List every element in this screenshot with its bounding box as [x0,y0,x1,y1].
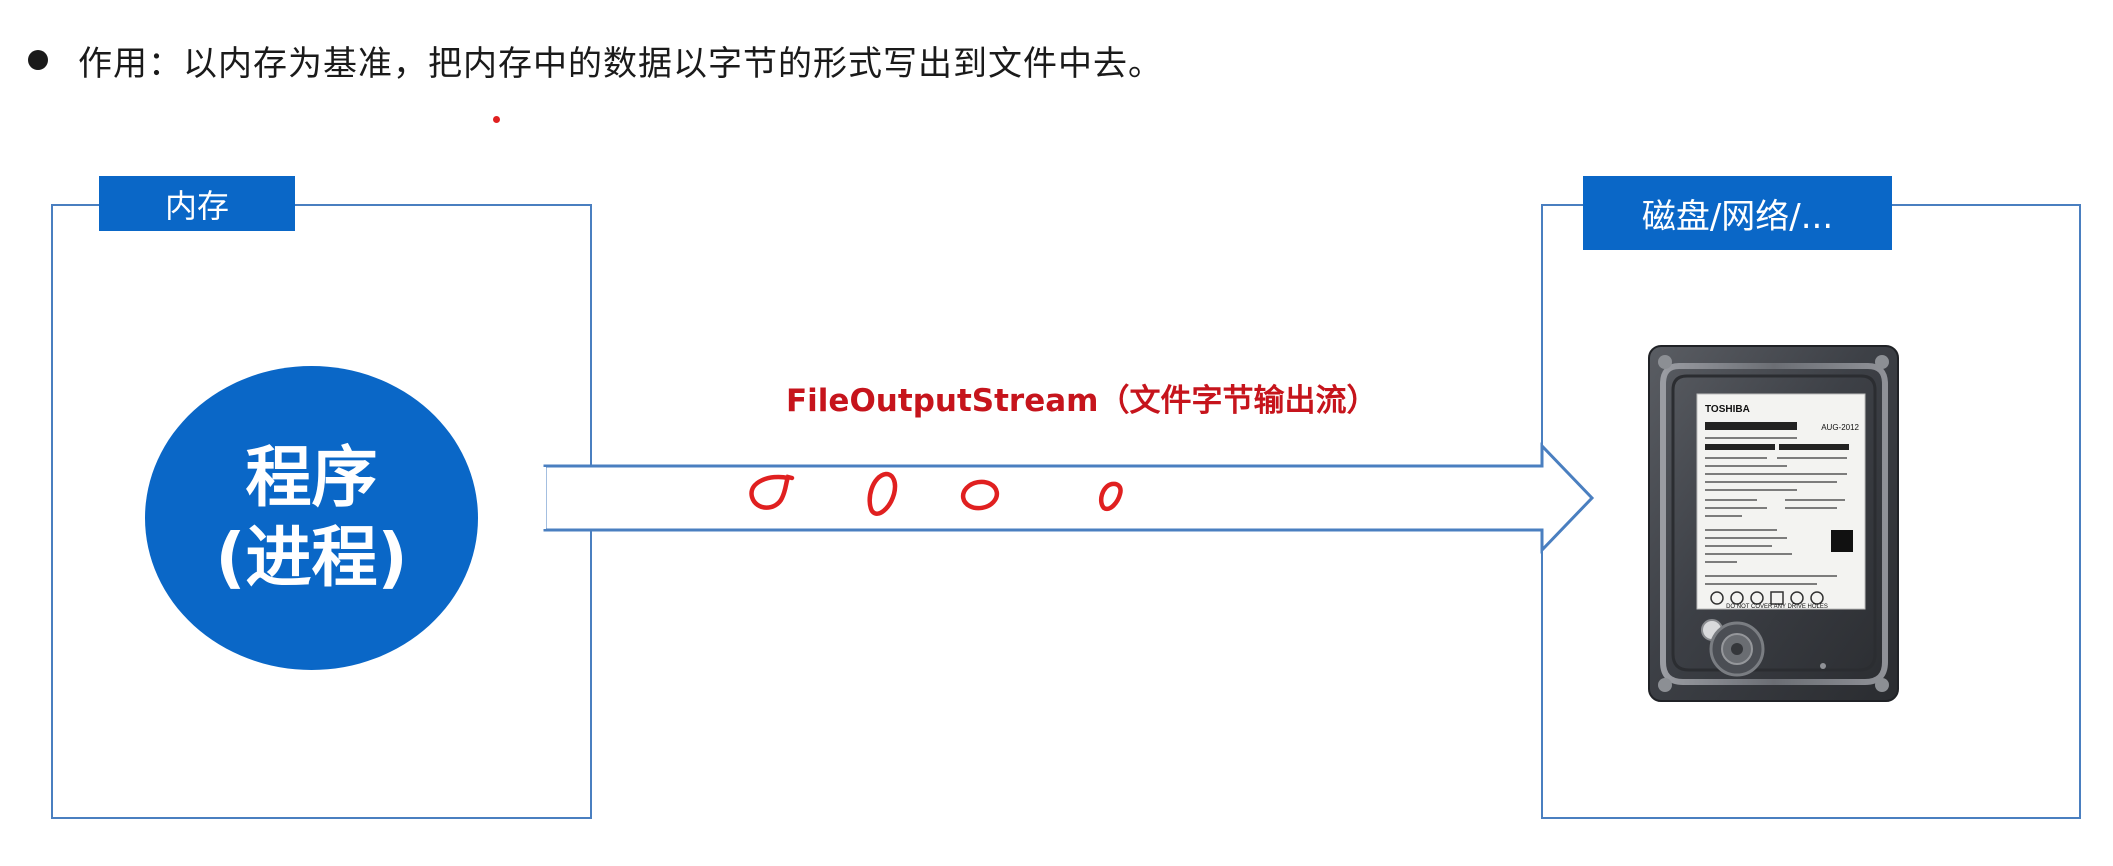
arrow-tail-mask [530,467,546,529]
hard-drive-icon: TOSHIBA AUG-2012 DO NOT COVER ANY DRIVE … [1648,345,1899,702]
disk-warning: DO NOT COVER ANY DRIVE HOLES [1726,604,1828,610]
disk-brand: TOSHIBA [1705,404,1750,415]
stream-label: FileOutputStream（文件字节输出流） [786,382,1378,419]
arrow-shape [543,442,1595,554]
disk-date: AUG-2012 [1821,423,1859,432]
